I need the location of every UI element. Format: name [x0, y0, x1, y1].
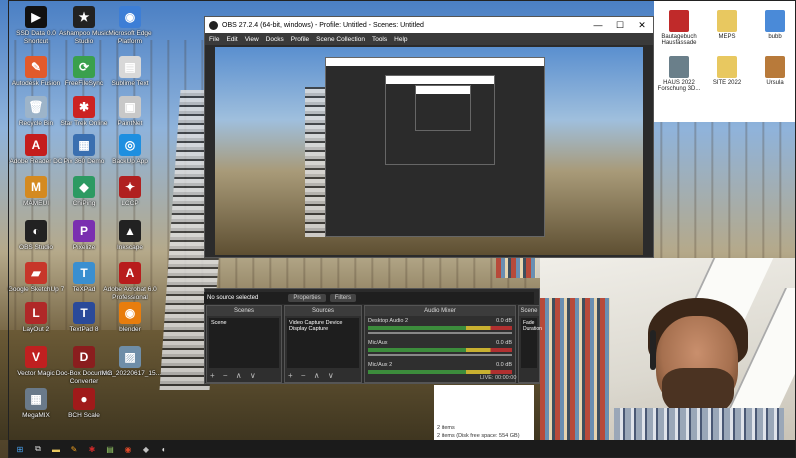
screenshot-border	[8, 0, 796, 458]
